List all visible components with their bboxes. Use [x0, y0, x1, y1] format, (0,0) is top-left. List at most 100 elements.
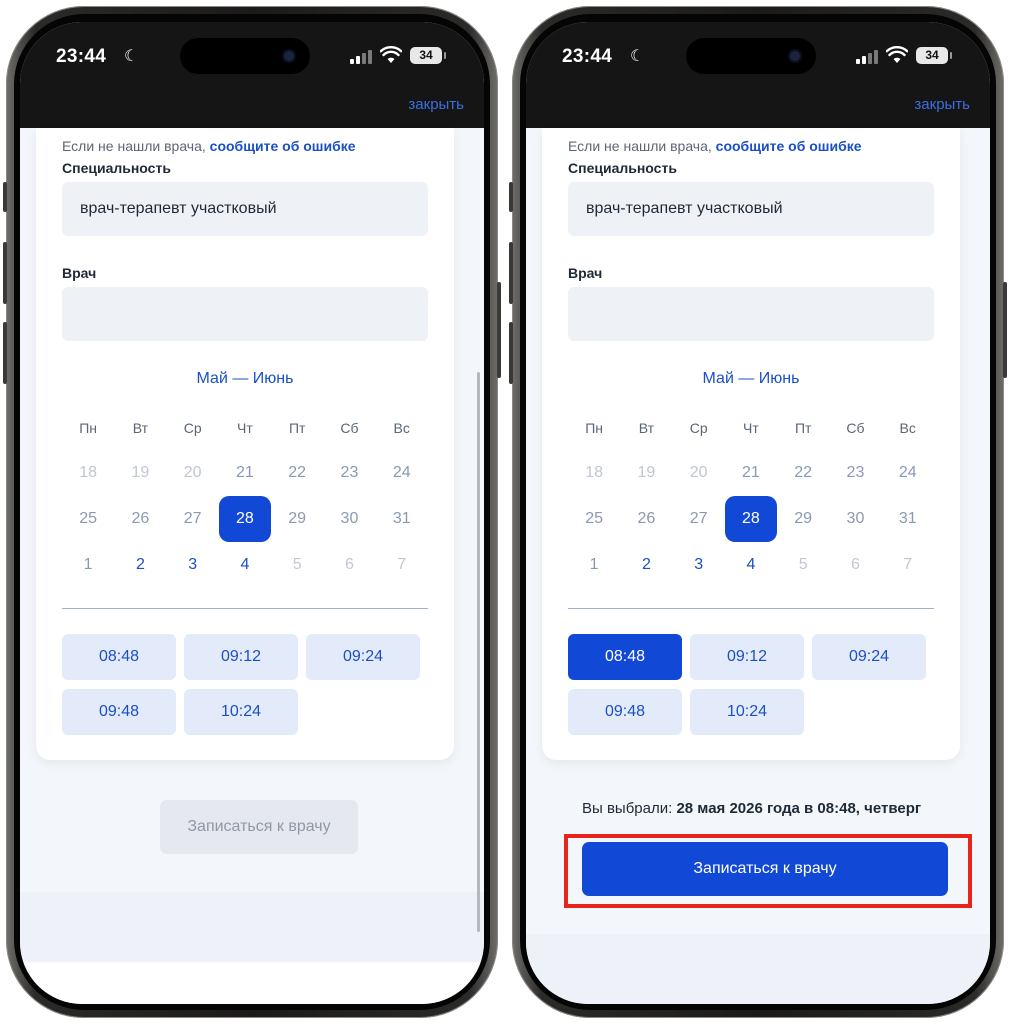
screen: 23:44 ☾ 34 закрыть Если не нашли врача, … [526, 22, 990, 1004]
calendar-day[interactable]: 25 [568, 496, 620, 542]
day-number: 1 [83, 556, 93, 573]
week-row: 18 19 20 21 22 23 24 [568, 450, 934, 496]
calendar-day[interactable]: 4 [725, 542, 777, 588]
calendar-day[interactable]: 29 [271, 496, 323, 542]
signal-icon [350, 50, 372, 64]
calendar-day[interactable]: 23 [829, 450, 881, 496]
calendar-day[interactable]: 22 [271, 450, 323, 496]
calendar-day[interactable]: 1 [568, 542, 620, 588]
calendar-day[interactable]: 23 [323, 450, 375, 496]
calendar-day[interactable]: 3 [167, 542, 219, 588]
day-number: 29 [794, 510, 813, 527]
appointment-card: Если не нашли врача, сообщите об ошибке … [36, 128, 454, 760]
calendar-day[interactable]: 25 [62, 496, 114, 542]
time-slot[interactable]: 09:24 [306, 634, 420, 680]
appointment-card: Если не нашли врача, сообщите об ошибке … [542, 128, 960, 760]
weekday-row: Пн Вт Ср Чт Пт Сб Вс [62, 412, 428, 444]
time-slot[interactable]: 09:48 [568, 689, 682, 735]
time-slot[interactable]: 09:12 [690, 634, 804, 680]
day-number: 30 [846, 510, 865, 527]
status-bar: 23:44 ☾ 34 закрыть [20, 22, 484, 128]
highlight-frame [564, 834, 972, 908]
calendar-day[interactable]: 31 [376, 496, 428, 542]
time-slot[interactable]: 10:24 [690, 689, 804, 735]
calendar-day: 19 [620, 450, 672, 496]
calendar-day[interactable]: 30 [323, 496, 375, 542]
day-number: 28 [724, 496, 777, 542]
day-number: 22 [288, 464, 307, 481]
day-number: 6 [851, 556, 860, 573]
calendar-day[interactable]: 4 [219, 542, 271, 588]
day-number: 18 [79, 464, 98, 481]
day-number: 24 [392, 464, 411, 481]
doctor-field[interactable] [62, 287, 428, 341]
close-link[interactable]: закрыть [408, 96, 464, 113]
weekday-row: Пн Вт Ср Чт Пт Сб Вс [568, 412, 934, 444]
day-number: 18 [585, 464, 604, 481]
dynamic-island [686, 38, 816, 74]
weekday-label: Сб [340, 420, 359, 436]
selection-value: 28 мая 2026 года в 08:48, четверг [676, 800, 922, 817]
calendar-day[interactable]: 22 [777, 450, 829, 496]
calendar-day: 18 [568, 450, 620, 496]
divider [62, 608, 428, 609]
calendar-day[interactable]: 1 [62, 542, 114, 588]
calendar: Пн Вт Ср Чт Пт Сб Вс 18 19 20 21 22 23 24 25 26 27 28 29 30… [568, 412, 934, 588]
calendar-day[interactable]: 24 [882, 450, 934, 496]
report-error-link[interactable]: сообщите об ошибке [716, 138, 862, 154]
day-number: 26 [637, 510, 656, 527]
calendar-day: 6 [829, 542, 881, 588]
calendar-day[interactable]: 2 [620, 542, 672, 588]
time-slot[interactable]: 09:24 [812, 634, 926, 680]
calendar-day: 7 [882, 542, 934, 588]
day-number: 20 [183, 464, 202, 481]
calendar-day[interactable]: 2 [114, 542, 166, 588]
time-slot-selected[interactable]: 08:48 [568, 634, 682, 680]
calendar-day[interactable]: 21 [725, 450, 777, 496]
doctor-field[interactable] [568, 287, 934, 341]
day-number: 25 [585, 510, 604, 527]
volume-down-button [509, 322, 513, 384]
calendar-day[interactable]: 24 [376, 450, 428, 496]
calendar-day[interactable]: 21 [219, 450, 271, 496]
day-number: 4 [746, 556, 756, 573]
week-row: 1 2 3 4 5 6 7 [62, 542, 428, 588]
doctor-label: Врач [62, 265, 97, 281]
calendar-day[interactable]: 27 [673, 496, 725, 542]
report-error-link[interactable]: сообщите об ошибке [210, 138, 356, 154]
weekday-label: Чт [237, 420, 253, 436]
calendar-day[interactable]: 26 [114, 496, 166, 542]
calendar-day[interactable]: 27 [167, 496, 219, 542]
time-slot[interactable]: 09:12 [184, 634, 298, 680]
dynamic-island [180, 38, 310, 74]
close-link[interactable]: закрыть [914, 96, 970, 113]
day-number: 25 [79, 510, 98, 527]
day-number: 3 [694, 556, 704, 573]
calendar-day-selected[interactable]: 28 [218, 496, 271, 542]
day-number: 23 [340, 464, 359, 481]
weekday-label: Вс [899, 420, 916, 436]
day-number: 30 [340, 510, 359, 527]
day-number: 20 [689, 464, 708, 481]
day-number: 19 [637, 464, 656, 481]
day-number: 24 [898, 464, 917, 481]
moon-icon: ☾ [630, 48, 645, 65]
time-slot[interactable]: 08:48 [62, 634, 176, 680]
calendar-day-selected[interactable]: 28 [724, 496, 777, 542]
weekday-label: Чт [743, 420, 759, 436]
doctor-label: Врач [568, 265, 603, 281]
week-row: 18 19 20 21 22 23 24 [62, 450, 428, 496]
specialty-field[interactable]: врач-терапевт участковый [62, 182, 428, 236]
calendar-day[interactable]: 26 [620, 496, 672, 542]
scrollbar[interactable] [477, 372, 480, 932]
calendar-day[interactable]: 30 [829, 496, 881, 542]
calendar-day[interactable]: 3 [673, 542, 725, 588]
time-slot[interactable]: 10:24 [184, 689, 298, 735]
calendar-day[interactable]: 31 [882, 496, 934, 542]
day-number: 5 [798, 556, 808, 573]
day-number: 2 [641, 556, 651, 573]
specialty-field[interactable]: врач-терапевт участковый [568, 182, 934, 236]
time-slot[interactable]: 09:48 [62, 689, 176, 735]
calendar-day[interactable]: 29 [777, 496, 829, 542]
weekday-label: Вс [393, 420, 410, 436]
